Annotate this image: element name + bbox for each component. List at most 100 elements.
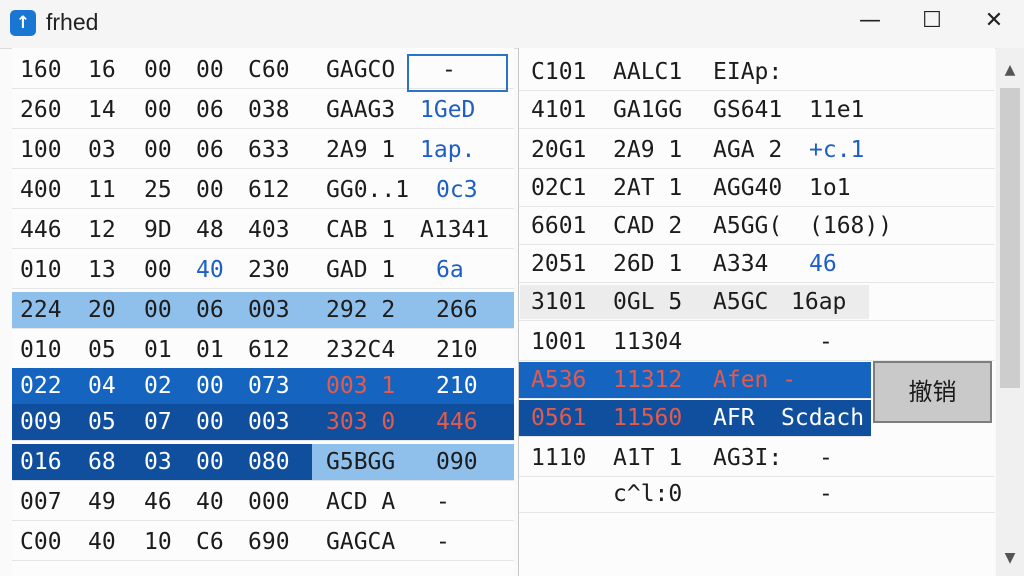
hex-cell[interactable]: 40	[196, 484, 224, 520]
table-row[interactable]: 2051 26D 1 A334 46	[519, 246, 995, 283]
table-row[interactable]: C00 40 10 C6 690 GAGCA -	[12, 524, 514, 561]
text-cell[interactable]: 2A9 1	[326, 132, 395, 168]
offset-cell[interactable]: 010	[20, 332, 62, 368]
offset-cell[interactable]: 022	[20, 368, 62, 404]
table-row[interactable]: 007 49 46 40 000 ACD A -	[12, 484, 514, 521]
offset-cell[interactable]: 007	[20, 484, 62, 520]
hex-cell[interactable]: 073	[248, 368, 290, 404]
hex-cell[interactable]: 690	[248, 524, 290, 560]
offset-cell[interactable]: 6601	[531, 208, 586, 244]
text-cell[interactable]: -	[442, 52, 456, 88]
text-cell[interactable]: 1GeD	[420, 92, 475, 128]
text-cell[interactable]: GAAG3	[326, 92, 395, 128]
offset-cell[interactable]: 0561	[531, 400, 586, 436]
hex-cell[interactable]: 00	[144, 92, 172, 128]
offset-cell[interactable]: C101	[531, 54, 586, 90]
data-cell[interactable]: 2AT 1	[613, 170, 682, 206]
hex-cell[interactable]: 48	[196, 212, 224, 248]
hex-cell[interactable]: 01	[144, 332, 172, 368]
offset-cell[interactable]: 010	[20, 252, 62, 288]
data-cell[interactable]: AGA 2	[713, 132, 782, 168]
text-cell[interactable]: 6a	[436, 252, 464, 288]
data-cell[interactable]: c^l:0	[613, 476, 682, 512]
hex-cell[interactable]: 00	[196, 172, 224, 208]
data-cell[interactable]: A1T 1	[613, 440, 682, 476]
hex-cell[interactable]: 16	[88, 52, 116, 88]
hex-cell[interactable]: 00	[196, 368, 224, 404]
data-cell[interactable]: (168))	[809, 208, 892, 244]
data-cell[interactable]: Scdach	[781, 400, 864, 436]
hex-cell[interactable]: 40	[88, 524, 116, 560]
hex-cell[interactable]: 03	[88, 132, 116, 168]
close-button[interactable]: ✕	[972, 8, 1016, 42]
offset-cell[interactable]: C00	[20, 524, 62, 560]
vertical-scrollbar[interactable]: ▲ ▼	[996, 48, 1024, 576]
data-cell[interactable]: A5GG(	[713, 208, 782, 244]
hex-cell[interactable]: 00	[196, 404, 224, 440]
text-cell[interactable]: A1341	[420, 212, 489, 248]
table-row[interactable]: 4101 GA1GG GS641 11e1	[519, 92, 995, 129]
offset-cell[interactable]: 016	[20, 444, 62, 480]
table-row[interactable]: c^l:0 -	[519, 476, 995, 513]
hex-cell[interactable]: 46	[144, 484, 172, 520]
text-cell[interactable]: 210	[436, 332, 478, 368]
data-cell[interactable]: 26D 1	[613, 246, 682, 282]
hex-cell[interactable]: 00	[196, 444, 224, 480]
title-bar[interactable]: ↑ frhed — ☐ ✕	[0, 0, 1024, 49]
data-cell[interactable]: -	[819, 476, 833, 512]
data-cell[interactable]: AGG40	[713, 170, 782, 206]
data-cell[interactable]: Afen -	[713, 362, 796, 398]
table-row-selected[interactable]: A536 11312 Afen -	[519, 362, 871, 399]
scroll-down-icon[interactable]: ▼	[996, 544, 1024, 572]
table-row-selected[interactable]: 0561 11560 AFR Scdach	[519, 400, 871, 437]
hex-cell[interactable]: 403	[248, 212, 290, 248]
data-cell[interactable]: 11312	[613, 362, 682, 398]
hex-cell[interactable]: 02	[144, 368, 172, 404]
scrollbar-thumb[interactable]	[1000, 88, 1020, 388]
hex-cell[interactable]: 003	[248, 404, 290, 440]
maximize-button[interactable]: ☐	[910, 8, 954, 42]
hex-cell[interactable]: 080	[248, 444, 290, 480]
text-pane[interactable]: C101 AALC1 EIAp: 4101 GA1GG GS641 11e1 2…	[518, 48, 995, 576]
data-cell[interactable]: CAD 2	[613, 208, 682, 244]
table-row[interactable]: 3101 0GL 5 A5GC 16ap	[519, 284, 995, 321]
text-cell[interactable]: 266	[436, 292, 478, 328]
hex-cell[interactable]: 00	[144, 52, 172, 88]
data-cell[interactable]: -	[819, 440, 833, 476]
text-cell[interactable]: GAGCA	[326, 524, 395, 560]
hex-cell[interactable]: 06	[196, 132, 224, 168]
table-row-selected[interactable]: 009 05 07 00 003 303 0 446	[12, 404, 514, 441]
hex-cell[interactable]: 14	[88, 92, 116, 128]
hex-cell[interactable]: 038	[248, 92, 290, 128]
text-cell[interactable]: 003 1	[326, 368, 395, 404]
text-cell[interactable]: G5BGG	[326, 444, 395, 480]
hex-cell[interactable]: 00	[144, 252, 172, 288]
text-cell[interactable]: -	[436, 484, 450, 520]
offset-cell[interactable]: 02C1	[531, 170, 586, 206]
table-row[interactable]: 010 13 00 40 230 GAD 1 6a	[12, 252, 514, 289]
table-row[interactable]: 446 12 9D 48 403 CAB 1 A1341	[12, 212, 514, 249]
offset-cell[interactable]: 446	[20, 212, 62, 248]
data-cell[interactable]: AALC1	[613, 54, 682, 90]
text-cell[interactable]: 292 2	[326, 292, 395, 328]
table-row[interactable]: C101 AALC1 EIAp:	[519, 54, 995, 91]
offset-cell[interactable]: 224	[20, 292, 62, 328]
hex-cell[interactable]: 612	[248, 172, 290, 208]
data-cell[interactable]: AG3I:	[713, 440, 782, 476]
hex-cell[interactable]: 00	[144, 292, 172, 328]
hex-pane[interactable]: 160 16 00 00 C60 GAGCO - 260 14 00 06 03…	[12, 48, 514, 576]
hex-cell[interactable]: 40	[196, 252, 224, 288]
offset-cell[interactable]: 20G1	[531, 132, 586, 168]
offset-cell[interactable]: 400	[20, 172, 62, 208]
text-cell[interactable]: -	[436, 524, 450, 560]
data-cell[interactable]: 1o1	[809, 170, 851, 206]
data-cell[interactable]: -	[819, 324, 833, 360]
data-cell[interactable]: 16ap	[791, 284, 846, 320]
table-row-selected[interactable]: 016 68 03 00 080 G5BGG 090	[12, 444, 514, 481]
data-cell[interactable]: 0GL 5	[613, 284, 682, 320]
hex-cell[interactable]: 9D	[144, 212, 172, 248]
text-cell[interactable]: GG0..1	[326, 172, 409, 208]
text-cell[interactable]: CAB 1	[326, 212, 395, 248]
data-cell[interactable]: +c.1	[809, 132, 864, 168]
hex-cell[interactable]: 68	[88, 444, 116, 480]
